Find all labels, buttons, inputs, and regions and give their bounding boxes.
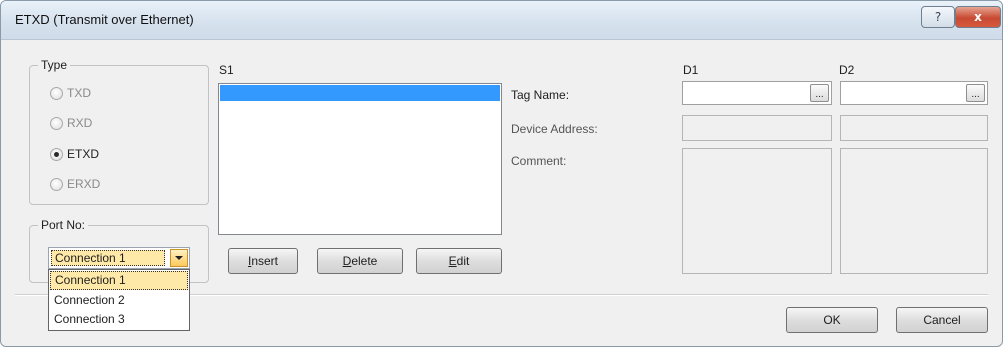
d1-browse-button[interactable]: ...: [810, 84, 829, 102]
s1-selected-row[interactable]: [220, 85, 500, 101]
port-no-dropdown-list[interactable]: Connection 1 Connection 2 Connection 3: [48, 269, 190, 331]
radio-rxd-label: RXD: [67, 116, 93, 130]
tag-name-label: Tag Name:: [511, 88, 570, 102]
port-group-legend: Port No:: [38, 218, 89, 232]
cancel-button-label: Cancel: [923, 313, 961, 327]
ellipsis-icon: ...: [971, 89, 980, 100]
insert-button-label: Insert: [247, 254, 279, 268]
d1-device-address-field: [682, 115, 832, 141]
port-no-selected-value: Connection 1: [51, 250, 165, 266]
radio-txd-label: TXD: [67, 86, 91, 100]
insert-button[interactable]: Insert: [228, 248, 298, 274]
s1-listbox[interactable]: [218, 83, 502, 235]
radio-erxd-button[interactable]: [50, 177, 63, 191]
device-address-label: Device Address:: [511, 122, 598, 136]
ok-button-label: OK: [823, 313, 841, 327]
dropdown-option[interactable]: Connection 3: [50, 310, 188, 329]
help-button[interactable]: ?: [921, 6, 955, 28]
d2-tag-name-input[interactable]: ...: [840, 81, 988, 105]
title-bar[interactable]: ETXD (Transmit over Ethernet) ? x: [1, 1, 1002, 40]
dropdown-option[interactable]: Connection 2: [50, 291, 188, 310]
radio-erxd[interactable]: ERXD: [50, 177, 100, 191]
d2-comment-field: [840, 148, 988, 274]
port-no-combobox[interactable]: Connection 1: [48, 247, 190, 269]
radio-erxd-label: ERXD: [67, 177, 101, 191]
edit-button-label: Edit: [448, 254, 470, 268]
etxd-dialog: ETXD (Transmit over Ethernet) ? x Type T…: [0, 0, 1003, 347]
d2-label: D2: [839, 63, 855, 77]
s1-label: S1: [219, 63, 234, 77]
chevron-down-icon: [175, 256, 183, 260]
ok-button[interactable]: OK: [786, 307, 878, 333]
radio-rxd[interactable]: RXD: [50, 116, 92, 130]
radio-etxd-label: ETXD: [67, 147, 100, 161]
d1-label: D1: [683, 63, 699, 77]
d2-device-address-field: [840, 115, 988, 141]
d1-tag-name-input[interactable]: ...: [682, 81, 832, 105]
radio-txd-button[interactable]: [50, 86, 63, 100]
type-group-legend: Type: [38, 58, 71, 72]
radio-txd[interactable]: TXD: [50, 86, 91, 100]
comment-label: Comment:: [511, 154, 567, 168]
dropdown-arrow-button[interactable]: [170, 249, 188, 267]
help-icon: ?: [934, 10, 942, 24]
dropdown-option[interactable]: Connection 1: [50, 271, 188, 290]
d2-browse-button[interactable]: ...: [966, 84, 985, 102]
delete-button-label: Delete: [342, 254, 378, 268]
edit-button[interactable]: Edit: [416, 248, 502, 274]
cancel-button[interactable]: Cancel: [896, 307, 988, 333]
window-title: ETXD (Transmit over Ethernet): [15, 12, 194, 27]
radio-etxd[interactable]: ETXD: [50, 147, 99, 161]
ellipsis-icon: ...: [815, 89, 824, 100]
close-icon: x: [974, 10, 982, 24]
radio-etxd-button[interactable]: [50, 147, 63, 161]
d1-comment-field: [682, 148, 832, 274]
type-group: Type TXD RXD ETXD ERXD: [29, 58, 209, 205]
delete-button[interactable]: Delete: [317, 248, 403, 274]
close-button[interactable]: x: [955, 6, 1001, 28]
radio-rxd-button[interactable]: [50, 116, 63, 130]
